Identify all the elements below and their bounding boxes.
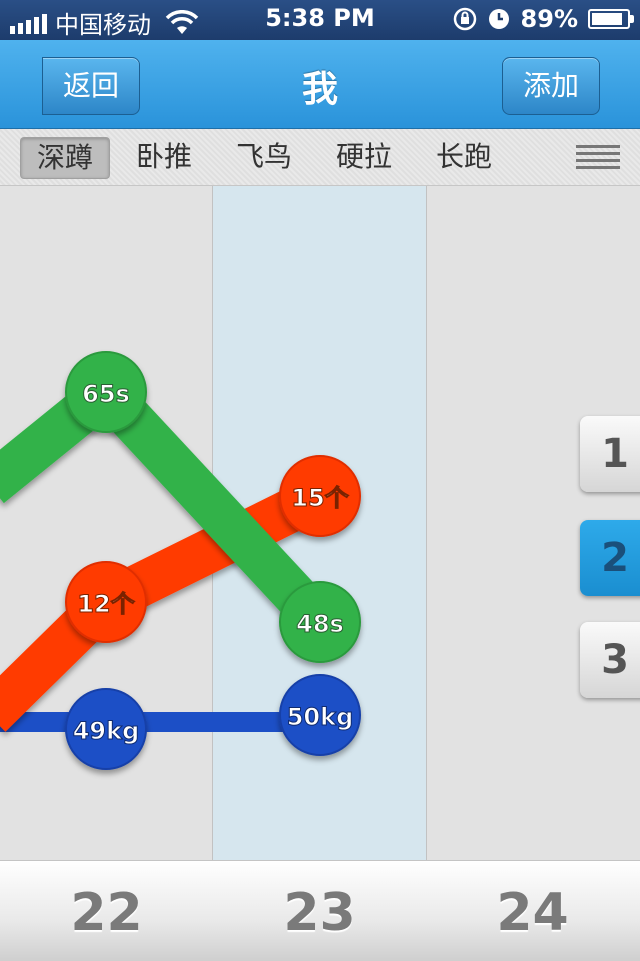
- point-label: 50kg: [287, 703, 354, 731]
- point-label: 48s: [296, 610, 344, 638]
- data-point[interactable]: 65s: [65, 351, 147, 433]
- add-button[interactable]: 添加: [502, 57, 600, 115]
- tab-bench-press[interactable]: 卧推: [120, 137, 208, 177]
- point-label: 12个: [77, 590, 135, 618]
- point-label: 65s: [82, 380, 130, 408]
- date-label[interactable]: 22: [0, 883, 213, 943]
- progress-chart[interactable]: 65s 48s 12个 15个 49kg 50kg: [0, 186, 640, 860]
- rotation-lock-icon: [453, 7, 476, 31]
- menu-icon[interactable]: [576, 145, 620, 169]
- data-point[interactable]: 15个: [279, 455, 361, 537]
- battery-icon: [588, 9, 634, 29]
- chart-svg: 65s 48s 12个 15个 49kg 50kg: [0, 351, 361, 770]
- battery-percent: 89%: [520, 5, 578, 33]
- point-label: 49kg: [73, 717, 140, 745]
- tab-squat[interactable]: 深蹲: [20, 137, 110, 179]
- alarm-icon: [488, 9, 509, 29]
- page-button-2[interactable]: 2: [580, 520, 640, 596]
- navigation-bar: 返回 我 添加: [0, 40, 640, 129]
- point-label: 15个: [291, 484, 349, 512]
- page-button-1[interactable]: 1: [580, 416, 640, 492]
- series-line-reps: [0, 476, 330, 732]
- status-bar: 中国移动 5:38 PM 89%: [0, 0, 640, 40]
- tab-running[interactable]: 长跑: [420, 137, 508, 177]
- series-line-weight: [0, 693, 322, 751]
- data-point[interactable]: 50kg: [279, 674, 361, 756]
- date-label[interactable]: 23: [213, 883, 426, 943]
- date-label[interactable]: 24: [426, 883, 639, 943]
- data-point[interactable]: 48s: [279, 581, 361, 663]
- date-axis: 22 23 24: [0, 860, 640, 961]
- tab-fly[interactable]: 飞鸟: [220, 137, 308, 177]
- page-button-3[interactable]: 3: [580, 622, 640, 698]
- data-point[interactable]: 49kg: [65, 688, 147, 770]
- exercise-tab-bar: 深蹲 卧推 飞鸟 硬拉 长跑: [0, 129, 640, 186]
- tab-deadlift[interactable]: 硬拉: [320, 137, 408, 177]
- data-point[interactable]: 12个: [65, 561, 147, 643]
- add-button-label: 添加: [522, 69, 579, 102]
